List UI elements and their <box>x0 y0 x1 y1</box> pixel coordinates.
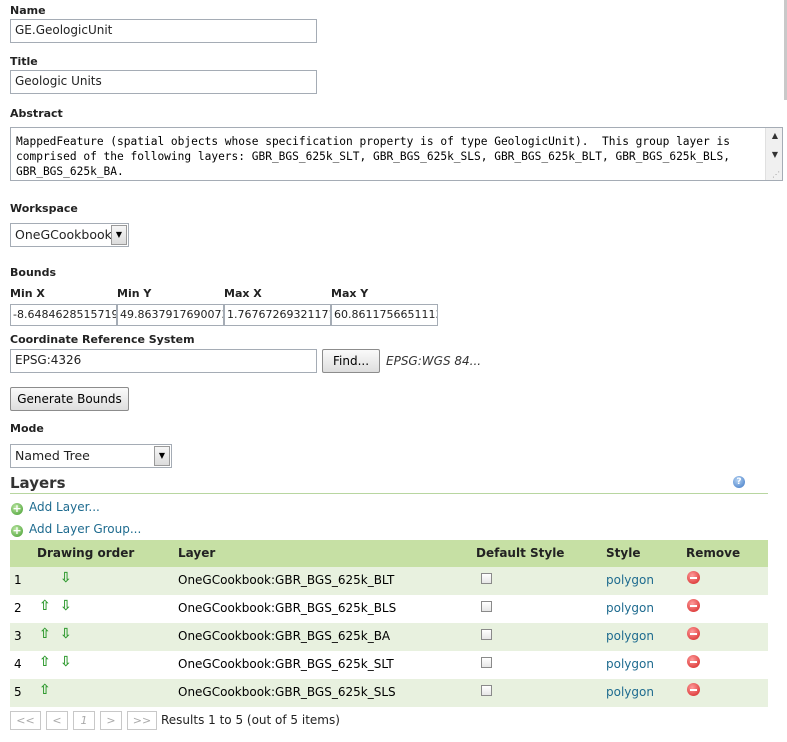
default-style-checkbox[interactable] <box>481 685 492 696</box>
table-row: 1 ⇩ OneGCookbook:GBR_BGS_625k_BLT polygo… <box>10 567 768 595</box>
style-link[interactable]: polygon <box>606 657 654 671</box>
layers-title: Layers <box>10 474 66 492</box>
mode-label: Mode <box>10 422 44 435</box>
up-arrow-icon[interactable]: ⇧ <box>39 598 51 614</box>
up-arrow-icon[interactable]: ⇧ <box>39 626 51 642</box>
style-link[interactable]: polygon <box>606 629 654 643</box>
column-header-order[interactable]: Drawing order <box>37 546 134 560</box>
add-layer-link[interactable]: + Add Layer... <box>11 500 100 515</box>
resize-grip-icon[interactable]: ⋰ <box>772 170 780 179</box>
table-row: 4 ⇧ ⇩ OneGCookbook:GBR_BGS_625k_SLT poly… <box>10 651 768 679</box>
maxy-label: Max Y <box>331 287 369 300</box>
default-style-checkbox[interactable] <box>481 657 492 668</box>
layer-name: OneGCookbook:GBR_BGS_625k_BLS <box>178 601 397 615</box>
down-arrow-icon[interactable]: ⇩ <box>60 570 72 586</box>
style-link[interactable]: polygon <box>606 573 654 587</box>
find-button[interactable]: Find... <box>322 349 380 373</box>
remove-icon[interactable] <box>687 655 700 668</box>
remove-icon[interactable] <box>687 599 700 612</box>
chevron-down-icon[interactable]: ▼ <box>111 225 127 245</box>
layer-name: OneGCookbook:GBR_BGS_625k_SLT <box>178 657 394 671</box>
miny-field[interactable]: 49.86379176900732 <box>117 304 224 326</box>
crs-label: Coordinate Reference System <box>10 333 195 346</box>
row-number: 5 <box>14 685 22 699</box>
column-header-style[interactable]: Style <box>606 546 640 560</box>
add-icon: + <box>11 502 23 515</box>
table-row: 2 ⇧ ⇩ OneGCookbook:GBR_BGS_625k_BLS poly… <box>10 595 768 623</box>
row-number: 4 <box>14 657 22 671</box>
workspace-value: OneGCookbook <box>15 227 112 242</box>
scroll-down-icon[interactable]: ▼ <box>772 150 778 159</box>
table-header: Drawing order Layer Default Style Style … <box>10 540 768 567</box>
table-row: 5 ⇧ OneGCookbook:GBR_BGS_625k_SLS polygo… <box>10 679 768 707</box>
column-header-remove[interactable]: Remove <box>686 546 740 560</box>
name-label: Name <box>10 4 46 17</box>
add-layer-label: Add Layer... <box>29 500 100 514</box>
minx-field[interactable]: -8.64846285157190 <box>10 304 117 326</box>
remove-icon[interactable] <box>687 627 700 640</box>
abstract-scrollbar[interactable]: ▲ ▼ ⋰ <box>765 128 782 180</box>
table-row: 3 ⇧ ⇩ OneGCookbook:GBR_BGS_625k_BA polyg… <box>10 623 768 651</box>
crs-description[interactable]: EPSG:WGS 84... <box>386 354 481 368</box>
column-header-layer[interactable]: Layer <box>178 546 215 560</box>
remove-icon[interactable] <box>687 683 700 696</box>
mode-select[interactable]: Named Tree ▼ <box>10 444 172 468</box>
chevron-down-icon[interactable]: ▼ <box>154 446 170 466</box>
down-arrow-icon[interactable]: ⇩ <box>60 654 72 670</box>
last-page-button[interactable]: >> <box>127 711 157 730</box>
default-style-checkbox[interactable] <box>481 629 492 640</box>
add-layer-group-link[interactable]: + Add Layer Group... <box>11 522 141 537</box>
maxy-field[interactable]: 60.86117566511139 <box>331 304 438 326</box>
title-field[interactable]: Geologic Units <box>10 70 317 94</box>
down-arrow-icon[interactable]: ⇩ <box>60 598 72 614</box>
layer-name: OneGCookbook:GBR_BGS_625k_SLS <box>178 685 396 699</box>
scroll-up-icon[interactable]: ▲ <box>772 131 778 140</box>
add-layer-group-label: Add Layer Group... <box>29 522 142 536</box>
first-page-button[interactable]: << <box>10 711 41 730</box>
divider <box>10 493 768 494</box>
layer-name: OneGCookbook:GBR_BGS_625k_BLT <box>178 573 395 587</box>
crs-field[interactable]: EPSG:4326 <box>10 349 317 373</box>
workspace-select[interactable]: OneGCookbook ▼ <box>10 223 129 247</box>
generate-bounds-button[interactable]: Generate Bounds <box>10 387 129 411</box>
workspace-label: Workspace <box>10 202 78 215</box>
up-arrow-icon[interactable]: ⇧ <box>39 654 51 670</box>
mode-value: Named Tree <box>15 448 90 463</box>
name-field[interactable]: GE.GeologicUnit <box>10 19 317 43</box>
row-number: 2 <box>14 601 22 615</box>
remove-icon[interactable] <box>687 571 700 584</box>
row-number: 1 <box>14 573 22 587</box>
default-style-checkbox[interactable] <box>481 601 492 612</box>
minx-label: Min X <box>10 287 45 300</box>
add-icon: + <box>11 524 23 537</box>
help-icon[interactable]: ? <box>733 476 745 488</box>
abstract-textarea[interactable]: MappedFeature (spatial objects whose spe… <box>10 127 783 181</box>
up-arrow-icon[interactable]: ⇧ <box>39 682 51 698</box>
row-number: 3 <box>14 629 22 643</box>
default-style-checkbox[interactable] <box>481 573 492 584</box>
prev-page-button[interactable]: < <box>46 711 68 730</box>
abstract-label: Abstract <box>10 107 63 120</box>
abstract-text: MappedFeature (spatial objects whose spe… <box>16 135 737 178</box>
maxx-label: Max X <box>224 287 262 300</box>
column-header-default-style[interactable]: Default Style <box>476 546 564 560</box>
style-link[interactable]: polygon <box>606 685 654 699</box>
title-label: Title <box>10 55 38 68</box>
layer-name: OneGCookbook:GBR_BGS_625k_BA <box>178 629 391 643</box>
style-link[interactable]: polygon <box>606 601 654 615</box>
down-arrow-icon[interactable]: ⇩ <box>60 626 72 642</box>
layers-table: Drawing order Layer Default Style Style … <box>10 540 768 707</box>
page-number[interactable]: 1 <box>73 711 95 730</box>
miny-label: Min Y <box>117 287 152 300</box>
maxx-field[interactable]: 1.767672693211713 <box>224 304 331 326</box>
results-count: Results 1 to 5 (out of 5 items) <box>161 713 340 727</box>
next-page-button[interactable]: > <box>100 711 122 730</box>
bounds-label: Bounds <box>10 266 57 279</box>
